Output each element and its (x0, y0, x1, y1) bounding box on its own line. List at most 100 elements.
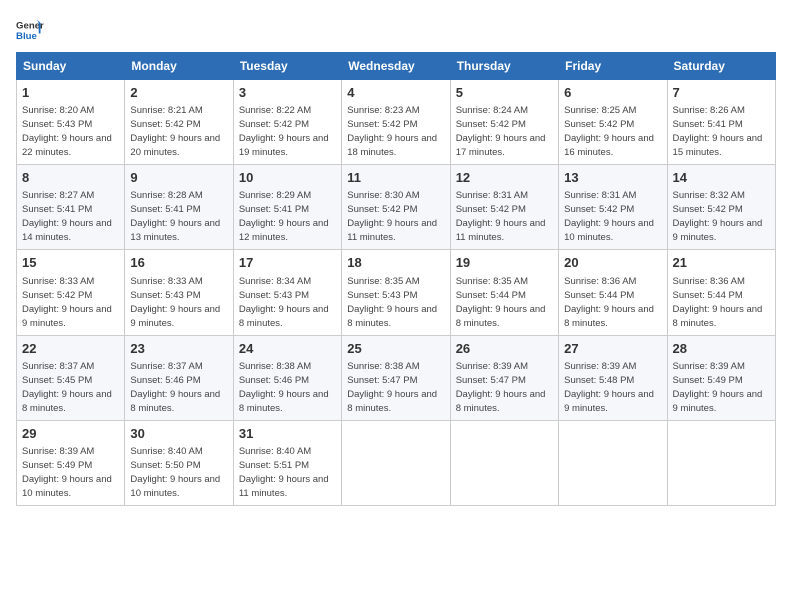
calendar-week-row: 8 Sunrise: 8:27 AM Sunset: 5:41 PM Dayli… (17, 165, 776, 250)
daylight-text: Daylight: 9 hours and 8 minutes. (239, 389, 329, 414)
sunset-text: Sunset: 5:43 PM (239, 290, 309, 301)
daylight-text: Daylight: 9 hours and 18 minutes. (347, 133, 437, 158)
sunrise-text: Sunrise: 8:38 AM (239, 361, 311, 372)
sunrise-text: Sunrise: 8:31 AM (564, 190, 636, 201)
weekday-header-wednesday: Wednesday (342, 53, 450, 80)
daylight-text: Daylight: 9 hours and 14 minutes. (22, 218, 112, 243)
sunrise-text: Sunrise: 8:28 AM (130, 190, 202, 201)
calendar-cell: 28 Sunrise: 8:39 AM Sunset: 5:49 PM Dayl… (667, 335, 775, 420)
sunrise-text: Sunrise: 8:39 AM (456, 361, 528, 372)
sunset-text: Sunset: 5:41 PM (239, 204, 309, 215)
daylight-text: Daylight: 9 hours and 11 minutes. (239, 474, 329, 499)
daylight-text: Daylight: 9 hours and 12 minutes. (239, 218, 329, 243)
day-number: 25 (347, 340, 444, 358)
weekday-header-friday: Friday (559, 53, 667, 80)
daylight-text: Daylight: 9 hours and 8 minutes. (130, 389, 220, 414)
day-number: 4 (347, 84, 444, 102)
calendar-cell: 30 Sunrise: 8:40 AM Sunset: 5:50 PM Dayl… (125, 420, 233, 505)
sunset-text: Sunset: 5:43 PM (347, 290, 417, 301)
day-number: 1 (22, 84, 119, 102)
calendar-cell: 10 Sunrise: 8:29 AM Sunset: 5:41 PM Dayl… (233, 165, 341, 250)
day-number: 3 (239, 84, 336, 102)
daylight-text: Daylight: 9 hours and 10 minutes. (130, 474, 220, 499)
calendar-table: SundayMondayTuesdayWednesdayThursdayFrid… (16, 52, 776, 506)
daylight-text: Daylight: 9 hours and 9 minutes. (673, 389, 763, 414)
calendar-cell (450, 420, 558, 505)
day-number: 24 (239, 340, 336, 358)
day-number: 26 (456, 340, 553, 358)
calendar-cell: 9 Sunrise: 8:28 AM Sunset: 5:41 PM Dayli… (125, 165, 233, 250)
day-number: 21 (673, 254, 770, 272)
day-number: 2 (130, 84, 227, 102)
sunset-text: Sunset: 5:41 PM (22, 204, 92, 215)
sunset-text: Sunset: 5:45 PM (22, 375, 92, 386)
sunset-text: Sunset: 5:42 PM (239, 119, 309, 130)
sunrise-text: Sunrise: 8:39 AM (564, 361, 636, 372)
day-number: 5 (456, 84, 553, 102)
sunset-text: Sunset: 5:42 PM (456, 119, 526, 130)
sunrise-text: Sunrise: 8:37 AM (130, 361, 202, 372)
calendar-cell: 24 Sunrise: 8:38 AM Sunset: 5:46 PM Dayl… (233, 335, 341, 420)
sunrise-text: Sunrise: 8:36 AM (564, 276, 636, 287)
sunset-text: Sunset: 5:47 PM (347, 375, 417, 386)
weekday-header-saturday: Saturday (667, 53, 775, 80)
day-number: 15 (22, 254, 119, 272)
calendar-cell: 21 Sunrise: 8:36 AM Sunset: 5:44 PM Dayl… (667, 250, 775, 335)
day-number: 19 (456, 254, 553, 272)
sunset-text: Sunset: 5:43 PM (22, 119, 92, 130)
sunrise-text: Sunrise: 8:24 AM (456, 105, 528, 116)
daylight-text: Daylight: 9 hours and 8 minutes. (22, 389, 112, 414)
calendar-cell: 27 Sunrise: 8:39 AM Sunset: 5:48 PM Dayl… (559, 335, 667, 420)
sunset-text: Sunset: 5:49 PM (673, 375, 743, 386)
calendar-cell: 19 Sunrise: 8:35 AM Sunset: 5:44 PM Dayl… (450, 250, 558, 335)
calendar-cell: 12 Sunrise: 8:31 AM Sunset: 5:42 PM Dayl… (450, 165, 558, 250)
daylight-text: Daylight: 9 hours and 8 minutes. (456, 304, 546, 329)
sunrise-text: Sunrise: 8:37 AM (22, 361, 94, 372)
daylight-text: Daylight: 9 hours and 9 minutes. (130, 304, 220, 329)
sunrise-text: Sunrise: 8:30 AM (347, 190, 419, 201)
sunrise-text: Sunrise: 8:21 AM (130, 105, 202, 116)
sunrise-text: Sunrise: 8:31 AM (456, 190, 528, 201)
weekday-header-thursday: Thursday (450, 53, 558, 80)
day-number: 12 (456, 169, 553, 187)
day-number: 9 (130, 169, 227, 187)
sunrise-text: Sunrise: 8:27 AM (22, 190, 94, 201)
sunset-text: Sunset: 5:42 PM (347, 119, 417, 130)
sunrise-text: Sunrise: 8:33 AM (130, 276, 202, 287)
sunrise-text: Sunrise: 8:35 AM (456, 276, 528, 287)
sunset-text: Sunset: 5:44 PM (456, 290, 526, 301)
daylight-text: Daylight: 9 hours and 9 minutes. (673, 218, 763, 243)
daylight-text: Daylight: 9 hours and 9 minutes. (22, 304, 112, 329)
day-number: 7 (673, 84, 770, 102)
sunrise-text: Sunrise: 8:40 AM (130, 446, 202, 457)
day-number: 23 (130, 340, 227, 358)
weekday-header-sunday: Sunday (17, 53, 125, 80)
calendar-cell: 2 Sunrise: 8:21 AM Sunset: 5:42 PM Dayli… (125, 80, 233, 165)
calendar-cell (342, 420, 450, 505)
calendar-cell: 29 Sunrise: 8:39 AM Sunset: 5:49 PM Dayl… (17, 420, 125, 505)
daylight-text: Daylight: 9 hours and 10 minutes. (22, 474, 112, 499)
sunset-text: Sunset: 5:42 PM (564, 119, 634, 130)
logo: General Blue (16, 16, 44, 44)
daylight-text: Daylight: 9 hours and 17 minutes. (456, 133, 546, 158)
sunrise-text: Sunrise: 8:32 AM (673, 190, 745, 201)
daylight-text: Daylight: 9 hours and 19 minutes. (239, 133, 329, 158)
logo-icon: General Blue (16, 16, 44, 44)
sunrise-text: Sunrise: 8:20 AM (22, 105, 94, 116)
sunset-text: Sunset: 5:41 PM (673, 119, 743, 130)
sunset-text: Sunset: 5:42 PM (130, 119, 200, 130)
day-number: 8 (22, 169, 119, 187)
calendar-cell: 20 Sunrise: 8:36 AM Sunset: 5:44 PM Dayl… (559, 250, 667, 335)
calendar-cell: 17 Sunrise: 8:34 AM Sunset: 5:43 PM Dayl… (233, 250, 341, 335)
calendar-cell: 3 Sunrise: 8:22 AM Sunset: 5:42 PM Dayli… (233, 80, 341, 165)
sunrise-text: Sunrise: 8:33 AM (22, 276, 94, 287)
daylight-text: Daylight: 9 hours and 10 minutes. (564, 218, 654, 243)
sunset-text: Sunset: 5:49 PM (22, 460, 92, 471)
day-number: 16 (130, 254, 227, 272)
day-number: 27 (564, 340, 661, 358)
calendar-cell (667, 420, 775, 505)
sunrise-text: Sunrise: 8:40 AM (239, 446, 311, 457)
sunset-text: Sunset: 5:42 PM (456, 204, 526, 215)
sunrise-text: Sunrise: 8:39 AM (673, 361, 745, 372)
daylight-text: Daylight: 9 hours and 15 minutes. (673, 133, 763, 158)
